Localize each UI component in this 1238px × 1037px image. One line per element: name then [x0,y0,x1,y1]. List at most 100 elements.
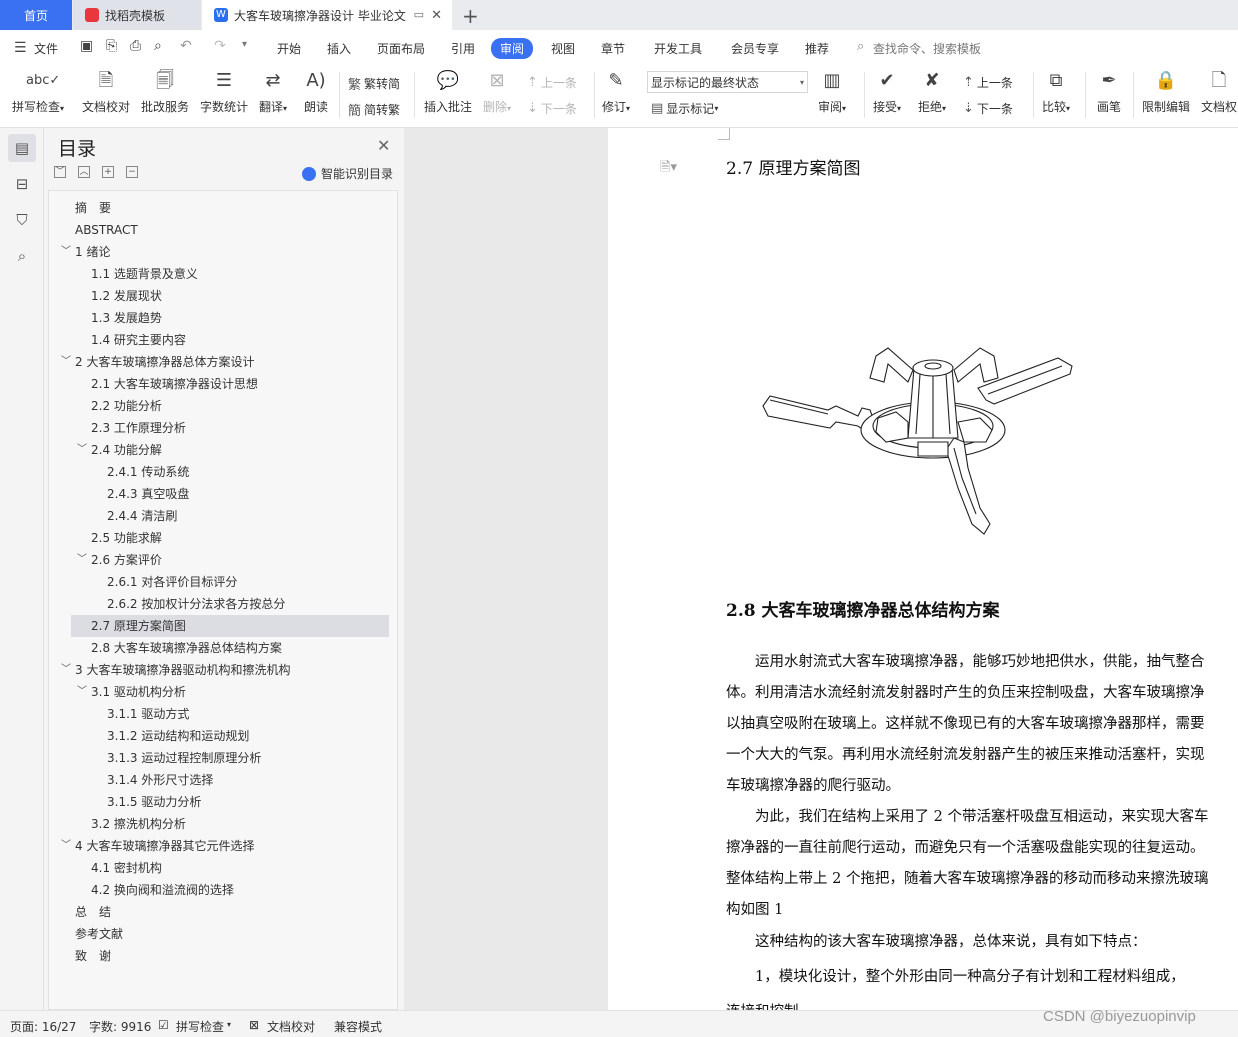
quick-access-dropdown-icon[interactable]: ▾ [242,39,247,50]
toc-nav-icon[interactable]: ▤ [8,134,36,162]
menu-member[interactable]: 会员专享 [731,40,779,57]
toc-item[interactable]: ﹀ 4 大客车玻璃擦净器其它元件选择 [61,835,254,857]
toc-item[interactable]: ﹀ 1 绪论 [61,241,110,263]
smart-toc-button[interactable]: 智能识别目录 [302,165,393,182]
toc-item[interactable]: 3.2 擦洗机构分析 [91,813,186,835]
toc-item[interactable]: ABSTRACT [75,219,138,241]
doc-proof-button[interactable]: 🗎 文档校对 [82,68,130,115]
next-change-button[interactable]: ⇣ 下一条 [963,100,1013,117]
toc-item[interactable]: 2.4.1 传动系统 [107,461,189,483]
accept-button[interactable]: ✔ 接受▾ [873,68,901,115]
toc-item[interactable]: ﹀ 3.1 驱动机构分析 [77,681,186,703]
spellcheck-status[interactable]: 拼写检查 [176,1018,224,1035]
toc-item[interactable]: ﹀ 2 大客车玻璃擦净器总体方案设计 [61,351,254,373]
expand-caret-icon[interactable]: ﹀ [61,659,71,681]
document-page[interactable]: 🗎▾ 2.7 原理方案简图 2.8 大客车玻璃擦净器总体结构方案 运用水射流式大… [608,128,1238,1010]
toc-item[interactable]: 1.1 选题背景及意义 [91,263,198,285]
dropdown-arrow-icon[interactable]: ▾ [227,1020,231,1029]
toc-item[interactable]: 1.2 发展现状 [91,285,162,307]
toc-item[interactable]: 2.7 原理方案简图 [71,615,389,637]
toc-item[interactable]: ﹀ 2.4 功能分解 [77,439,162,461]
track-changes-button[interactable]: ✎ 修订▾ [602,68,630,115]
undo-icon[interactable]: ↶ [180,38,192,54]
review-pane-button[interactable]: ▥ 审阅▾ [818,68,846,115]
toc-item[interactable]: 2.2 功能分析 [91,395,162,417]
menu-developer[interactable]: 开发工具 [654,40,702,57]
toc-item[interactable]: 参考文献 [75,923,123,945]
word-count-indicator[interactable]: 字数: 9916 [89,1018,151,1035]
tab-templates[interactable]: 找稻壳模板 [73,0,201,30]
close-icon[interactable]: ✕ [377,136,390,155]
close-tab-icon[interactable]: ✕ [431,8,442,23]
tab-home[interactable]: 首页 [0,0,72,30]
read-aloud-button[interactable]: A) 朗读 [304,68,328,115]
new-tab-button[interactable]: + [462,4,479,28]
pen-button[interactable]: ✒ 画笔 [1097,68,1121,115]
insert-comment-button[interactable]: 💬 插入批注 [424,68,472,115]
tab-document[interactable]: W 大客车玻璃擦净器设计 毕业论文 ▭ ✕ [202,0,452,30]
print-icon[interactable]: ⎙ [130,38,141,54]
toc-item[interactable]: 2.3 工作原理分析 [91,417,186,439]
menu-insert[interactable]: 插入 [327,40,351,57]
toc-item[interactable]: 致 谢 [75,945,111,967]
toc-item[interactable]: ﹀ 3 大客车玻璃擦净器驱动机构和擦洗机构 [61,659,290,681]
toc-item[interactable]: 2.6.1 对各评价目标评分 [107,571,237,593]
toc-item[interactable]: 3.1.3 运动过程控制原理分析 [107,747,261,769]
simp-to-trad-button[interactable]: 簡简转繁 [348,100,400,119]
remove-level-icon[interactable]: − [126,166,138,178]
page-indicator[interactable]: 页面: 16/27 [10,1018,76,1035]
export-pdf-icon[interactable]: ⎘ [106,38,117,54]
word-count-button[interactable]: ☰ 字数统计 [200,68,248,115]
collapse-all-icon[interactable]: ﹀ [54,166,66,178]
toc-item[interactable]: 4.2 换向阀和溢流阀的选择 [91,879,234,901]
page-paragraph-icon[interactable]: 🗎▾ [660,158,677,180]
expand-caret-icon[interactable]: ﹀ [61,241,71,263]
print-preview-icon[interactable]: ⌕ [154,38,162,54]
command-search-input[interactable]: 查找命令、搜索模板 [873,40,981,57]
prev-change-button[interactable]: ⇡ 上一条 [963,74,1013,91]
show-markup-button[interactable]: ▤ 显示标记 ▾ [651,100,718,117]
toc-item[interactable]: 摘 要 [75,197,111,219]
toc-item[interactable]: 3.1.5 驱动力分析 [107,791,201,813]
menu-references[interactable]: 引用 [451,40,475,57]
toc-item[interactable]: 2.5 功能求解 [91,527,162,549]
menu-recommend[interactable]: 推荐 [805,40,829,57]
menu-review[interactable]: 审阅 [491,38,534,59]
toc-item[interactable]: 1.3 发展趋势 [91,307,162,329]
toc-item[interactable]: 2.4.3 真空吸盘 [107,483,189,505]
hamburger-icon[interactable]: ☰ [14,40,27,56]
chapter-nav-icon[interactable]: ⊟ [8,170,36,198]
spellcheck-button[interactable]: abc✓ 拼写检查▾ [12,68,64,115]
restrict-edit-button[interactable]: 🔒 限制编辑 [1142,68,1190,115]
bookmark-icon[interactable]: ⛉ [8,206,36,234]
annotation-service-button[interactable]: 🗐 批改服务 [141,68,189,115]
expand-caret-icon[interactable]: ﹀ [77,549,87,571]
checkbox-icon[interactable]: ☑ [158,1018,169,1032]
compare-button[interactable]: ⧉ 比较▾ [1042,68,1070,115]
toc-item[interactable]: 1.4 研究主要内容 [91,329,186,351]
menu-start[interactable]: 开始 [277,40,301,57]
menu-view[interactable]: 视图 [551,40,575,57]
expand-caret-icon[interactable]: ﹀ [77,681,87,703]
delete-comment-button[interactable]: ⊠ 删除▾ [483,68,511,115]
expand-up-icon[interactable]: ︿ [78,166,90,178]
toc-item[interactable]: 2.8 大客车玻璃擦净器总体结构方案 [91,637,282,659]
prev-comment-button[interactable]: ⇡ 上一条 [527,74,577,91]
toc-item[interactable]: 3.1.1 驱动方式 [107,703,189,725]
find-icon[interactable]: ⌕ [8,242,36,270]
toc-item[interactable]: 2.1 大客车玻璃擦净器设计思想 [91,373,258,395]
proof-status[interactable]: 文档校对 [267,1018,315,1035]
redo-icon[interactable]: ↷ [214,38,226,54]
toc-item[interactable]: 3.1.2 运动结构和运动规划 [107,725,249,747]
toc-item[interactable]: 2.6.2 按加权计分法求各方按总分 [107,593,285,615]
toc-item[interactable]: ﹀ 2.6 方案评价 [77,549,162,571]
menu-chapter[interactable]: 章节 [601,40,625,57]
expand-caret-icon[interactable]: ﹀ [77,439,87,461]
toc-item[interactable]: 4.1 密封机构 [91,857,162,879]
toc-item[interactable]: 总 结 [75,901,111,923]
add-level-icon[interactable]: + [102,166,114,178]
next-comment-button[interactable]: ⇣ 下一条 [527,100,577,117]
expand-caret-icon[interactable]: ﹀ [61,835,71,857]
translate-button[interactable]: ⇄ 翻译▾ [259,68,287,115]
menu-file[interactable]: 文件 [34,40,58,57]
